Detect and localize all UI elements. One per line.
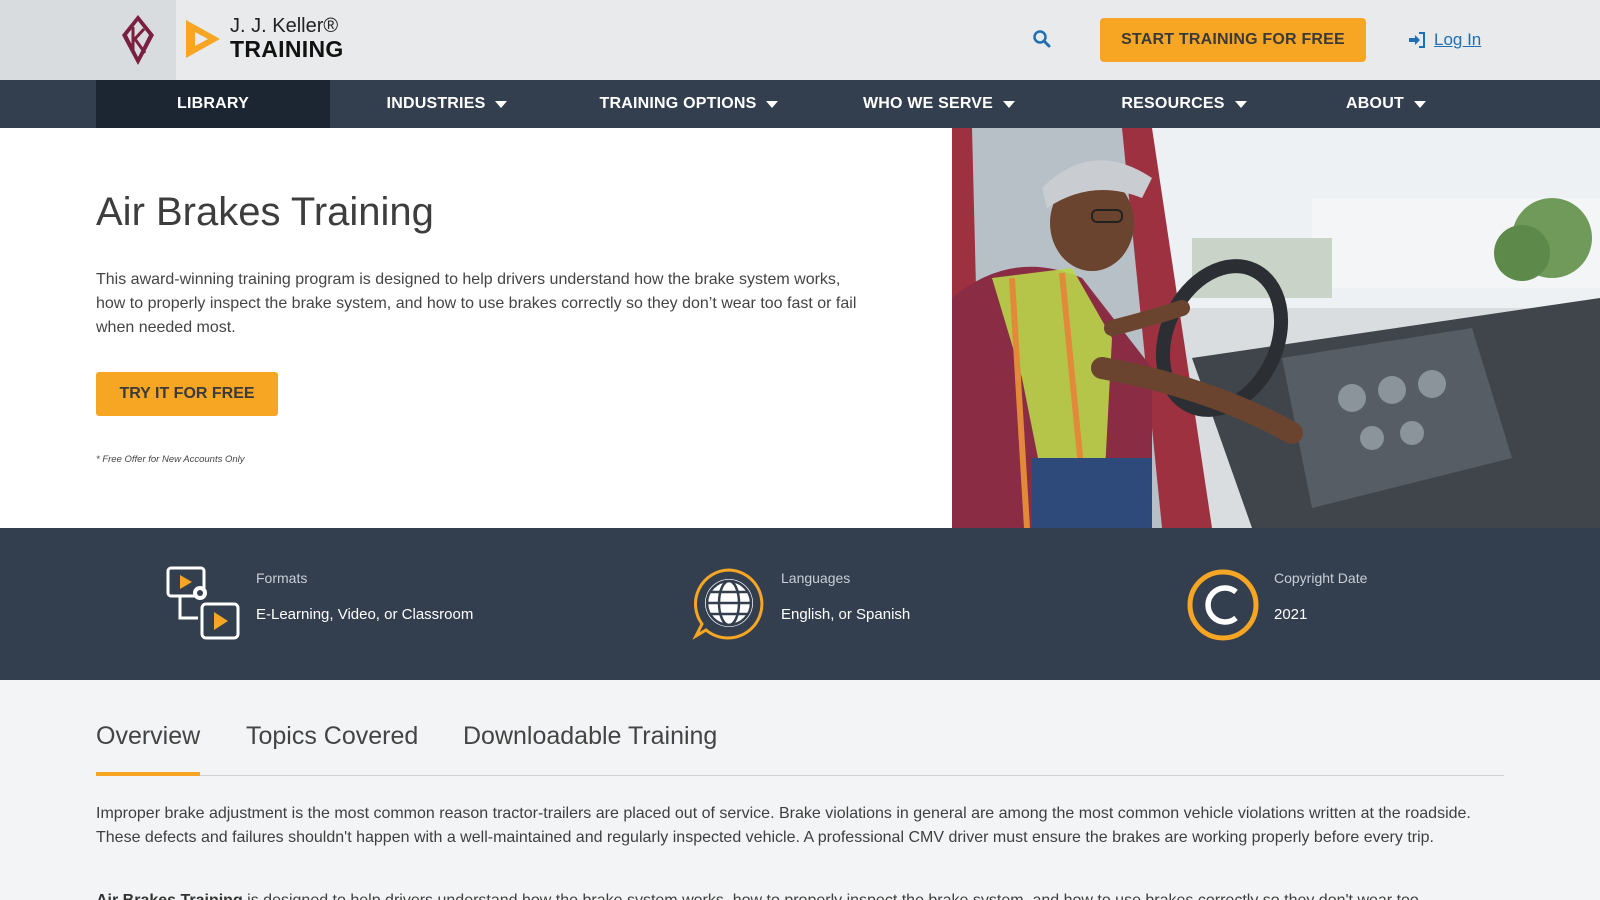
try-free-button[interactable]: TRY IT FOR FREE <box>96 372 278 416</box>
search-button[interactable] <box>1032 29 1052 54</box>
content-tabs: Overview Topics Covered Downloadable Tra… <box>96 718 1504 776</box>
page-title: Air Brakes Training <box>96 190 434 234</box>
hero-description: This award-winning training program is d… <box>96 271 857 336</box>
nav-label: INDUSTRIES <box>386 95 486 112</box>
fine-print: * Free Offer for New Accounts Only <box>96 454 245 465</box>
nav-item-library[interactable]: LIBRARY <box>96 80 330 128</box>
nav-item-who-we-serve[interactable]: WHO WE SERVE <box>814 80 1064 128</box>
info-formats: Formats E-Learning, Video, or Classroom <box>166 528 606 680</box>
start-training-button[interactable]: START TRAINING FOR FREE <box>1100 18 1366 62</box>
caret-down-icon <box>1413 100 1426 108</box>
brand-sub: TRAINING <box>230 36 344 62</box>
jjkeller-logo-box[interactable] <box>0 0 176 80</box>
tab-topics-covered[interactable]: Topics Covered <box>246 722 418 776</box>
caret-down-icon <box>495 100 508 108</box>
info-languages: Languages English, or Spanish <box>692 528 1112 680</box>
caret-down-icon <box>766 100 779 108</box>
login-label: Log In <box>1434 30 1482 49</box>
overview-paragraph-2-text: is designed to help drivers understand h… <box>243 892 1419 900</box>
nav-label: LIBRARY <box>177 95 249 112</box>
jjkeller-k-logo-icon <box>122 15 154 65</box>
play-logo-icon <box>186 19 220 58</box>
top-header: J. J. Keller® TRAINING START TRAINING FO… <box>0 0 1600 80</box>
main-nav: LIBRARY INDUSTRIES TRAINING OPTIONS WHO … <box>0 80 1600 128</box>
brand-name: J. J. Keller® <box>230 15 339 37</box>
globe-icon <box>692 568 764 640</box>
info-value: English, or Spanish <box>781 606 911 623</box>
info-label: Copyright Date <box>1274 570 1368 586</box>
course-name-link[interactable]: Air Brakes Training <box>96 892 243 900</box>
caret-down-icon <box>1003 100 1016 108</box>
nav-item-industries[interactable]: INDUSTRIES <box>330 80 564 128</box>
info-copyright: Copyright Date 2021 <box>1186 528 1486 680</box>
sign-in-icon <box>1409 32 1425 48</box>
nav-item-about[interactable]: ABOUT <box>1304 80 1468 128</box>
tab-overview[interactable]: Overview <box>96 722 201 776</box>
tab-downloadable-training[interactable]: Downloadable Training <box>463 722 717 776</box>
info-value: 2021 <box>1274 606 1308 623</box>
info-label: Languages <box>781 570 851 586</box>
hero-photo-truck-driver <box>952 128 1600 528</box>
nav-label: WHO WE SERVE <box>862 95 994 112</box>
nav-item-resources[interactable]: RESOURCES <box>1064 80 1304 128</box>
nav-item-training-options[interactable]: TRAINING OPTIONS <box>564 80 814 128</box>
copyright-icon <box>1187 569 1259 641</box>
overview-paragraph-2: Air Brakes Training is designed to help … <box>96 889 1504 900</box>
course-info-band: Formats E-Learning, Video, or Classroom … <box>0 528 1600 680</box>
nav-label: RESOURCES <box>1121 95 1225 112</box>
overview-paragraph: Improper brake adjustment is the most co… <box>96 805 1471 846</box>
search-icon <box>1033 30 1051 48</box>
caret-down-icon <box>1234 100 1247 108</box>
login-link[interactable]: Log In <box>1408 30 1481 50</box>
info-label: Formats <box>256 570 308 586</box>
nav-label: ABOUT <box>1346 95 1404 112</box>
nav-label: TRAINING OPTIONS <box>599 95 757 112</box>
info-value: E-Learning, Video, or Classroom <box>256 606 474 623</box>
formats-icon <box>166 566 240 640</box>
brand-logo[interactable]: J. J. Keller® TRAINING <box>184 16 344 61</box>
